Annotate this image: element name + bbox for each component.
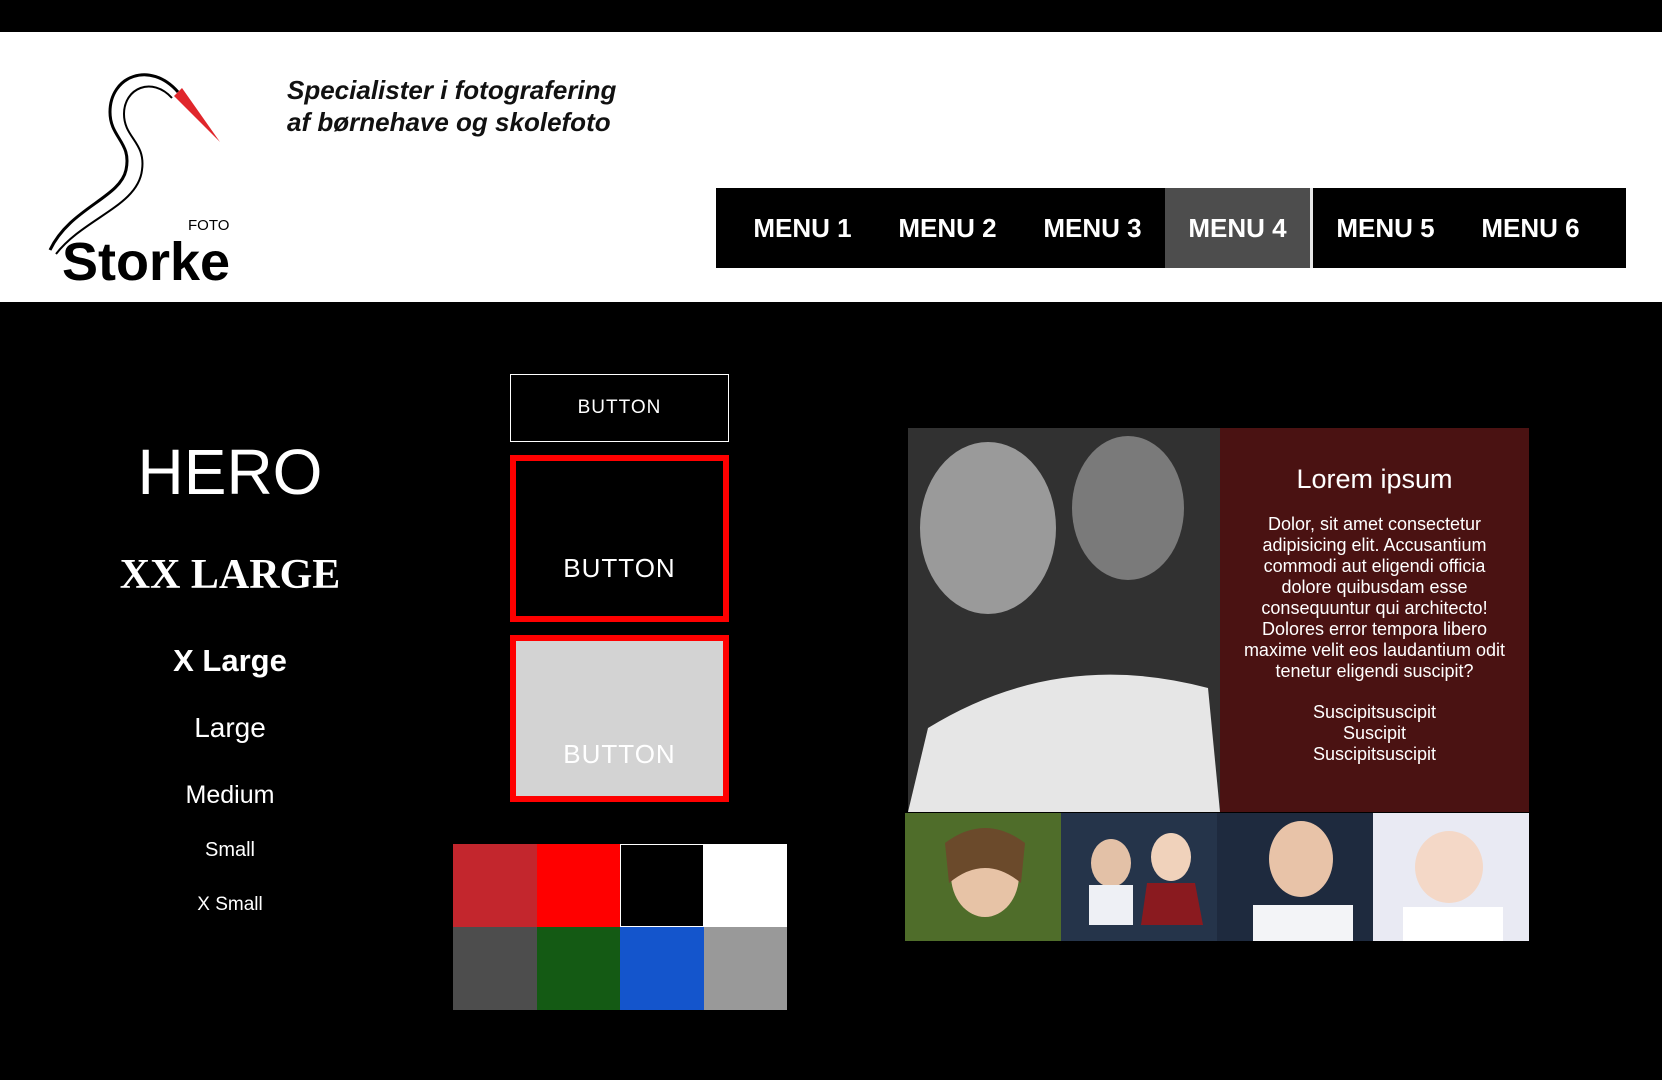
baby-icon xyxy=(1373,813,1529,941)
type-sample-x-small: X Small xyxy=(197,894,263,915)
couple-photo xyxy=(908,428,1220,812)
tagline-line-2: af børnehave og skolefoto xyxy=(287,107,611,137)
nav-item-menu-4[interactable]: MENU 4 xyxy=(1165,188,1313,268)
swatch-red xyxy=(536,844,620,927)
color-palette xyxy=(453,844,787,1010)
stork-neck-inner xyxy=(55,85,173,255)
logo-wordmark: Storke xyxy=(62,232,230,283)
feature-card-extra-line: Suscipit xyxy=(1342,723,1407,743)
feature-card-body: Dolor, sit amet consectetur adipisicing … xyxy=(1243,514,1506,681)
type-sample-xx-large: XX LARGE xyxy=(119,552,341,598)
type-sample-x-large: X Large xyxy=(173,643,287,678)
stork-beak xyxy=(174,88,220,142)
type-sample-large: Large xyxy=(194,712,266,743)
couple-photo-placeholder xyxy=(908,428,1220,812)
tagline-line-1: Specialister i fotografering xyxy=(287,75,617,105)
swatch-white xyxy=(703,844,787,927)
swatch-blue xyxy=(620,927,704,1010)
swatch-dark-gray xyxy=(453,927,537,1010)
nav-item-menu-6[interactable]: MENU 6 xyxy=(1458,188,1603,268)
type-sample-hero: HERO xyxy=(137,436,323,508)
tagline: Specialister i fotografering af børnehav… xyxy=(287,74,616,138)
nav-item-menu-1[interactable]: MENU 1 xyxy=(730,188,875,268)
main-nav: MENU 1 MENU 2 MENU 3 MENU 4 MENU 5 MENU … xyxy=(716,188,1626,268)
swatch-dark-red xyxy=(453,844,537,927)
type-sample-medium: Medium xyxy=(185,781,275,809)
type-sample-small: Small xyxy=(204,839,255,861)
thumbnail-strip xyxy=(905,813,1529,941)
nav-item-menu-5[interactable]: MENU 5 xyxy=(1313,188,1458,268)
thumbnail-girl-portrait[interactable] xyxy=(905,813,1061,941)
swatch-black xyxy=(620,844,704,927)
thumbnail-baby[interactable] xyxy=(1373,813,1529,941)
storke-logo[interactable]: FOTO Storke xyxy=(40,58,250,283)
laughing-boy-icon xyxy=(1217,813,1373,941)
top-bar xyxy=(0,0,1662,32)
thumbnail-laughing-boy[interactable] xyxy=(1217,813,1373,941)
swatch-green xyxy=(536,927,620,1010)
girl-portrait-icon xyxy=(905,813,1061,941)
feature-card-extra-line: Suscipitsuscipit xyxy=(1312,702,1437,722)
nav-item-menu-2[interactable]: MENU 2 xyxy=(875,188,1020,268)
feature-card: Lorem ipsum Dolor, sit amet consectetur … xyxy=(1220,428,1529,812)
stork-neck-outline xyxy=(48,73,180,251)
feature-card-extra: Suscipitsuscipit Suscipit Suscipitsuscip… xyxy=(1220,702,1529,765)
feature-card-title: Lorem ipsum xyxy=(1296,464,1453,494)
red-border-light-button[interactable]: BUTTON xyxy=(510,635,729,802)
siblings-icon xyxy=(1061,813,1217,941)
thumbnail-siblings[interactable] xyxy=(1061,813,1217,941)
red-border-dark-button[interactable]: BUTTON xyxy=(510,455,729,622)
feature-card-extra-line: Suscipitsuscipit xyxy=(1312,744,1437,764)
outline-button[interactable]: BUTTON xyxy=(510,374,729,442)
nav-item-menu-3[interactable]: MENU 3 xyxy=(1020,188,1165,268)
swatch-gray xyxy=(703,927,787,1010)
